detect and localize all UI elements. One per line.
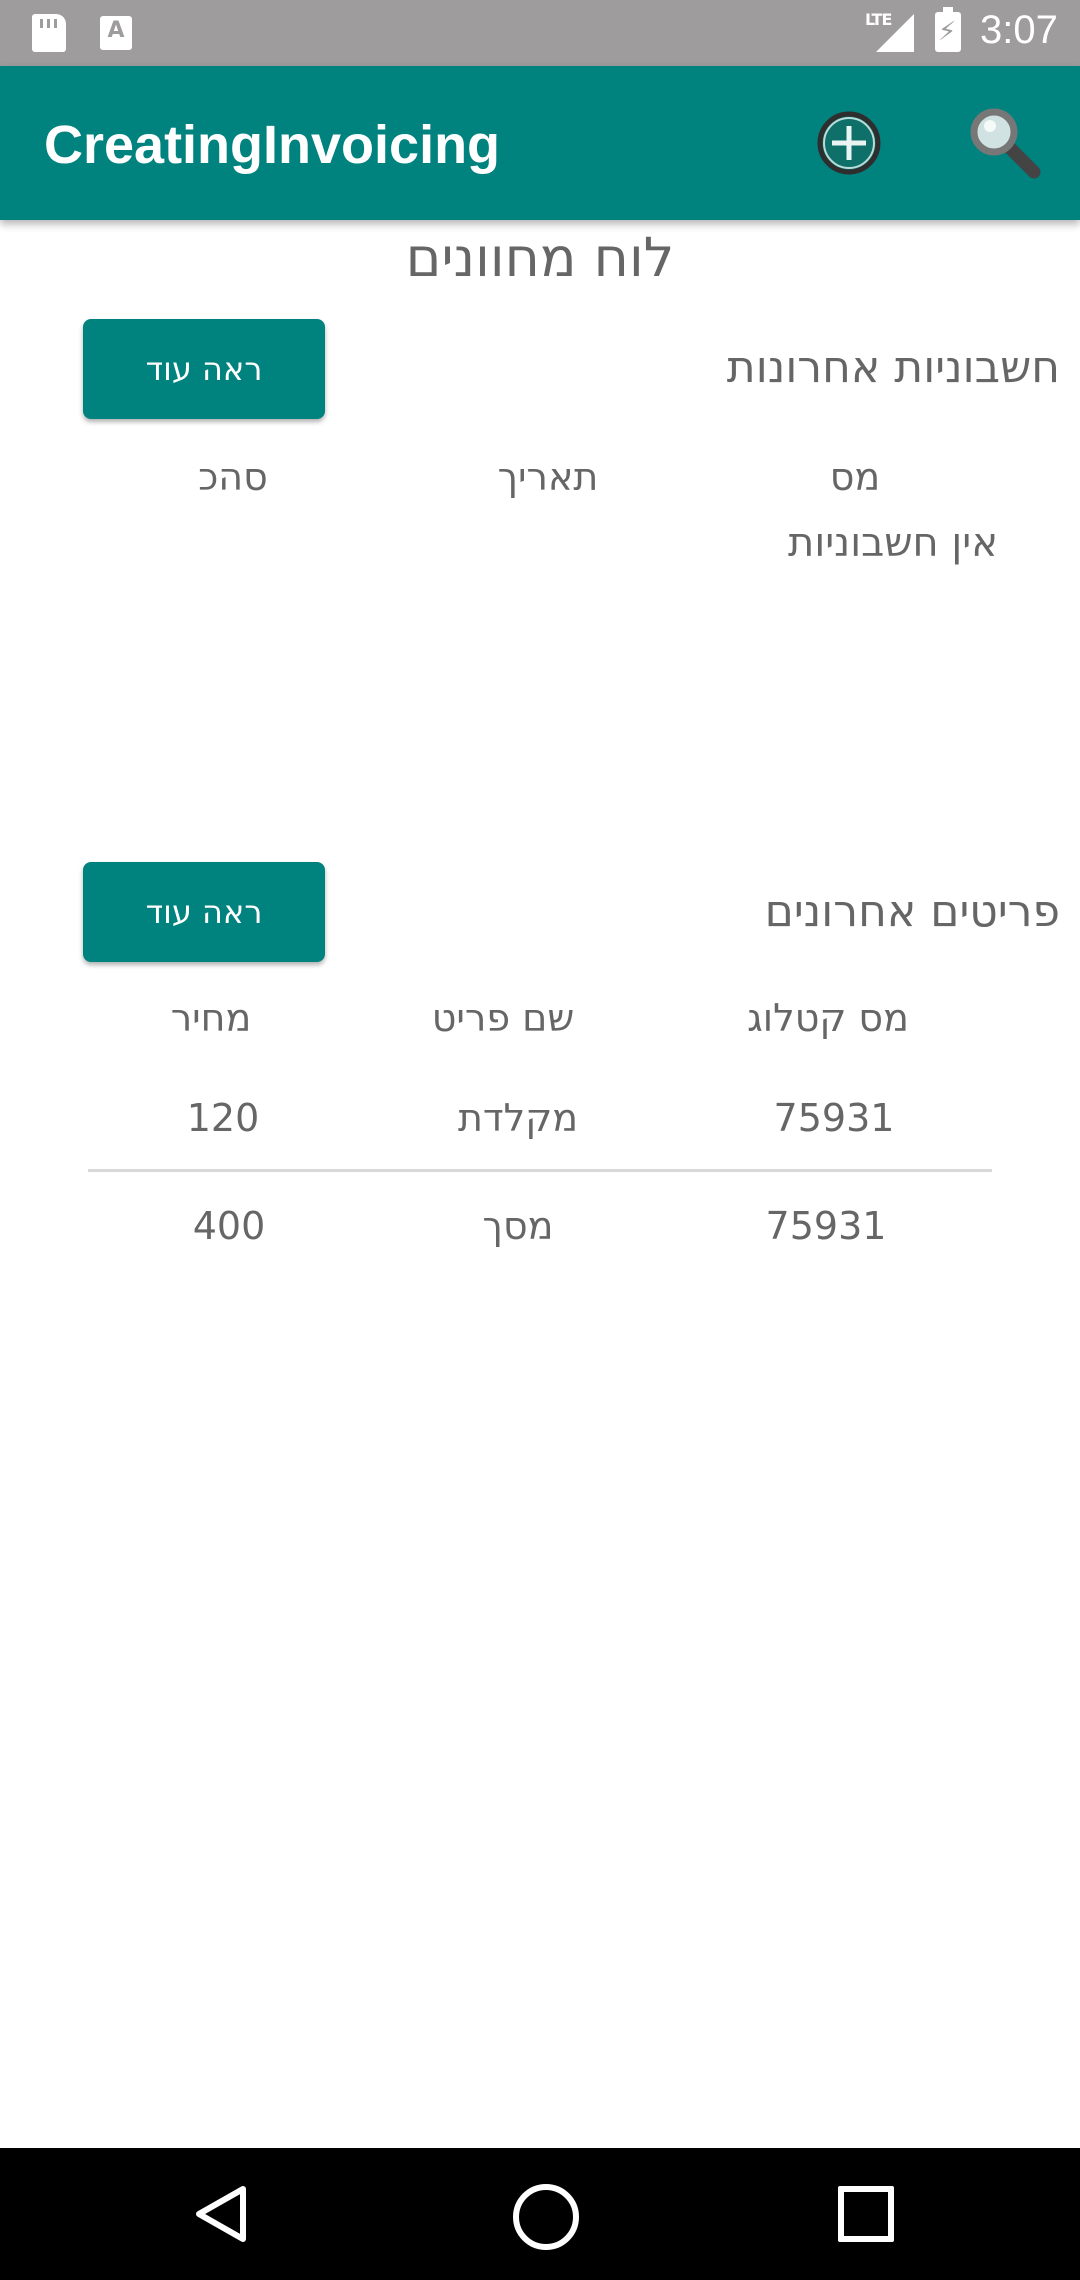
invoice-column-total: סהכ bbox=[198, 455, 268, 499]
invoice-column-number: מס bbox=[829, 455, 881, 499]
item-price-cell: 400 bbox=[192, 1204, 266, 1248]
navigation-bar bbox=[0, 2148, 1080, 2280]
app-title: CreatingInvoicing bbox=[44, 115, 501, 175]
a-notification-icon: A bbox=[100, 16, 132, 50]
sd-card-icon bbox=[32, 14, 66, 52]
recent-invoices-title: חשבוניות אחרונות bbox=[726, 342, 1060, 393]
item-catalog-cell: 75931 bbox=[773, 1096, 895, 1140]
add-circle-icon bbox=[817, 111, 881, 175]
item-name-cell: מקלדת bbox=[457, 1096, 579, 1140]
invoices-empty-text: אין חשבוניות bbox=[788, 520, 998, 566]
status-time: 3:07 bbox=[980, 8, 1058, 52]
row-divider bbox=[88, 1169, 992, 1172]
home-button[interactable] bbox=[513, 2184, 579, 2250]
app-bar: CreatingInvoicing bbox=[0, 66, 1080, 220]
invoices-see-more-button[interactable]: ראה עוד bbox=[83, 319, 325, 419]
item-column-catalog: מס קטלוג bbox=[747, 996, 909, 1040]
item-column-price: מחיר bbox=[170, 996, 252, 1040]
item-price-cell: 120 bbox=[186, 1096, 260, 1140]
page-title: לוח מחוונים bbox=[405, 226, 675, 289]
invoice-column-date: תאריך bbox=[497, 455, 599, 499]
network-type: LTE bbox=[865, 10, 892, 29]
charging-icon: ⚡ bbox=[938, 17, 957, 47]
item-catalog-cell: 75931 bbox=[765, 1204, 887, 1248]
item-name-cell: מסך bbox=[482, 1204, 554, 1248]
back-button[interactable] bbox=[193, 2184, 249, 2244]
add-button[interactable] bbox=[814, 108, 884, 178]
search-button[interactable] bbox=[966, 104, 1042, 180]
recent-items-title: פריטים אחרונים bbox=[764, 886, 1060, 937]
items-see-more-button[interactable]: ראה עוד bbox=[83, 862, 325, 962]
recents-button[interactable] bbox=[838, 2186, 894, 2242]
back-triangle-icon bbox=[196, 2186, 246, 2242]
search-icon bbox=[970, 108, 1041, 179]
status-bar: A LTE ⚡ 3:07 bbox=[0, 0, 1080, 66]
item-column-name: שם פריט bbox=[431, 996, 575, 1040]
